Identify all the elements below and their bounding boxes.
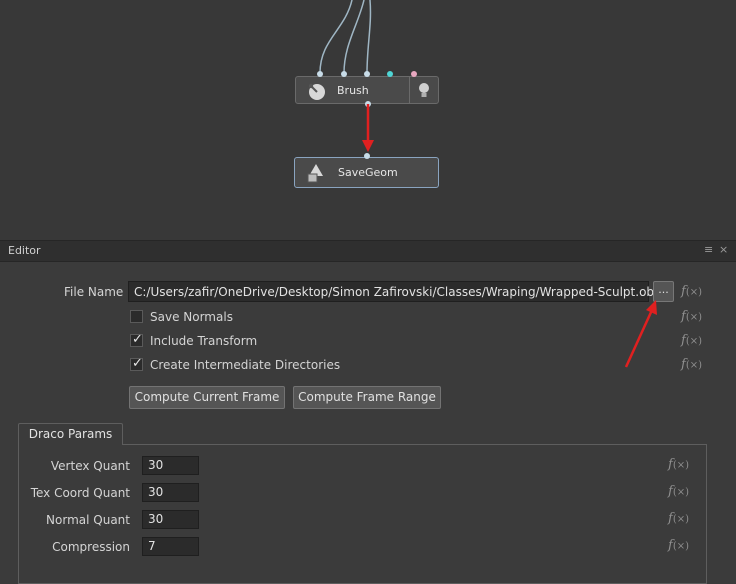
save-normals-label: Save Normals [150, 310, 233, 324]
file-name-label: File Name [64, 285, 124, 299]
compression-label: Compression [52, 540, 130, 554]
sphere-brush-icon [306, 81, 328, 104]
brush-input-port-2[interactable] [341, 71, 347, 77]
brush-input-port-5[interactable] [411, 71, 417, 77]
fx-arg: (×) [672, 487, 689, 498]
fx-icon[interactable]: f(×) [668, 538, 689, 553]
checkmark-icon: ✓ [132, 332, 143, 347]
fx-arg: (×) [685, 336, 702, 347]
fx-icon[interactable]: f(×) [668, 484, 689, 499]
brush-input-port-1[interactable] [317, 71, 323, 77]
node-graph[interactable]: Brush SaveGeom [0, 0, 736, 240]
brush-node[interactable]: Brush [295, 76, 439, 104]
fx-icon[interactable]: f(×) [681, 284, 702, 299]
create-dirs-checkbox[interactable]: ✓ [130, 356, 143, 371]
fx-icon[interactable]: f(×) [681, 357, 702, 372]
editor-title: Editor [8, 244, 41, 257]
brush-input-port-3[interactable] [364, 71, 370, 77]
graph-wires [319, 0, 372, 74]
vertex-quant-input[interactable]: 30 [142, 456, 199, 475]
fx-arg: (×) [685, 287, 702, 298]
file-name-input[interactable]: C:/Users/zafir/OneDrive/Desktop/Simon Za… [128, 281, 657, 302]
fx-arg: (×) [672, 514, 689, 525]
normal-quant-input[interactable]: 30 [142, 510, 199, 529]
browse-button[interactable]: ... [653, 281, 674, 302]
savegeom-node[interactable]: SaveGeom [294, 157, 439, 188]
brush-node-label: Brush [337, 84, 369, 97]
brush-output-port[interactable] [365, 101, 371, 107]
normal-quant-label: Normal Quant [46, 513, 130, 527]
tab-draco-params[interactable]: Draco Params [18, 423, 123, 445]
checkmark-icon: ✓ [132, 356, 143, 371]
lightbulb-icon[interactable] [416, 81, 432, 104]
compute-current-frame-button[interactable]: Compute Current Frame [129, 386, 285, 409]
fx-arg: (×) [685, 312, 702, 323]
tex-coord-quant-label: Tex Coord Quant [30, 486, 130, 500]
panel-close-icon[interactable]: × [719, 243, 728, 256]
fx-arg: (×) [672, 460, 689, 471]
panel-menu-icon[interactable]: ≡ [704, 243, 713, 256]
savegeom-node-label: SaveGeom [338, 166, 398, 179]
fx-arg: (×) [685, 360, 702, 371]
fx-arg: (×) [672, 541, 689, 552]
fx-icon[interactable]: f(×) [668, 457, 689, 472]
save-geometry-icon [305, 162, 327, 187]
brush-input-port-4[interactable] [387, 71, 393, 77]
editor-header: Editor ≡ × [0, 240, 736, 262]
include-transform-checkbox[interactable]: ✓ [130, 332, 143, 347]
save-normals-checkbox[interactable] [130, 310, 143, 323]
fx-icon[interactable]: f(×) [681, 309, 702, 324]
vertex-quant-label: Vertex Quant [50, 459, 130, 473]
savegeom-input-port[interactable] [364, 153, 370, 159]
compute-frame-range-button[interactable]: Compute Frame Range [293, 386, 441, 409]
create-dirs-label: Create Intermediate Directories [150, 358, 341, 372]
tex-coord-quant-input[interactable]: 30 [142, 483, 199, 502]
include-transform-label: Include Transform [150, 334, 258, 348]
file-name-value: C:/Users/zafir/OneDrive/Desktop/Simon Za… [134, 285, 658, 299]
fx-icon[interactable]: f(×) [668, 511, 689, 526]
node-separator [409, 77, 410, 103]
compression-input[interactable]: 7 [142, 537, 199, 556]
fx-icon[interactable]: f(×) [681, 333, 702, 348]
annotation-arrow-browse [624, 300, 657, 368]
